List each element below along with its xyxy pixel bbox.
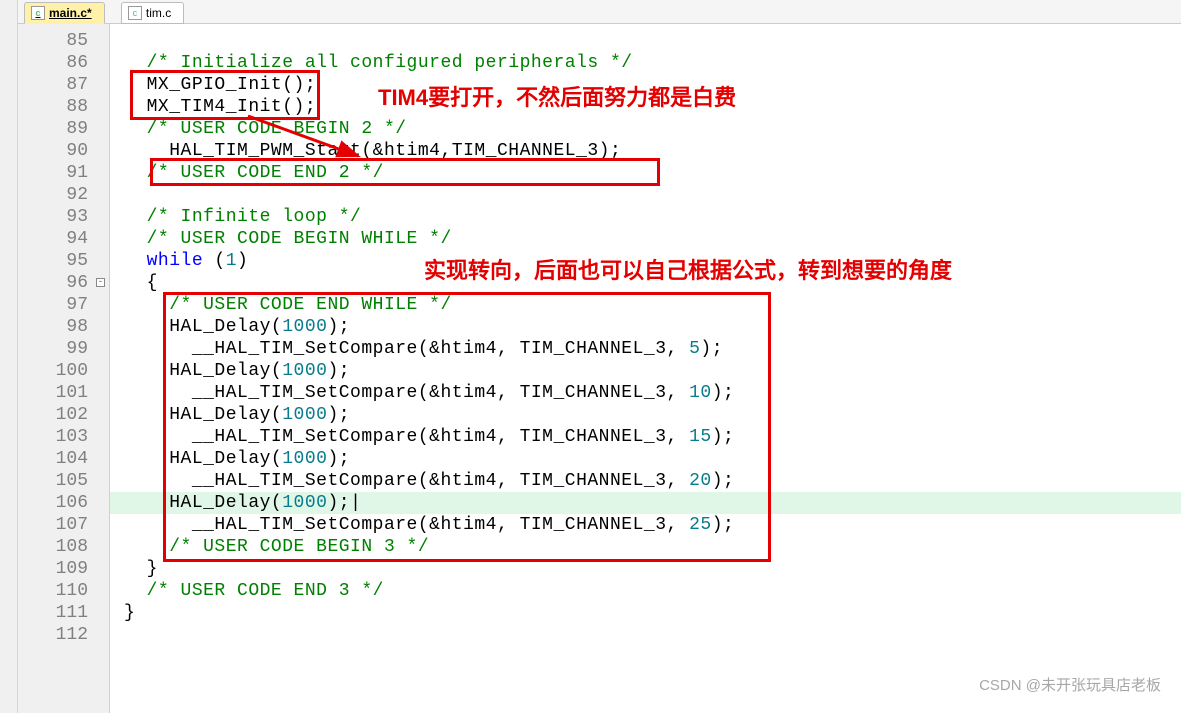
line-number: 89 — [38, 118, 88, 140]
line-number: 94 — [38, 228, 88, 250]
code-comment: /* Initialize all configured peripherals… — [147, 53, 633, 73]
code-comment: /* USER CODE BEGIN 3 */ — [169, 537, 429, 557]
line-number: 102 — [38, 404, 88, 426]
code-line-current: HAL_Delay(1000);| — [110, 492, 1181, 514]
code-area[interactable]: /* Initialize all configured peripherals… — [110, 24, 1181, 713]
line-number: 104 — [38, 448, 88, 470]
line-number: 90 — [38, 140, 88, 162]
line-number: 98 — [38, 316, 88, 338]
left-sidebar — [0, 0, 18, 713]
line-number: 105 — [38, 470, 88, 492]
gutter: 85 86 87 88 89 90 91 92 93 94 95 96 - 97… — [18, 24, 110, 713]
code-comment: /* USER CODE END 2 */ — [147, 163, 384, 183]
line-number: 108 — [38, 536, 88, 558]
code-editor[interactable]: 85 86 87 88 89 90 91 92 93 94 95 96 - 97… — [18, 24, 1181, 713]
line-number: 96 — [38, 272, 88, 294]
tab-bar: c main.c* c tim.c — [18, 0, 1181, 24]
code-comment: /* USER CODE BEGIN 2 */ — [147, 119, 407, 139]
code-line: HAL_Delay(1000); — [124, 448, 350, 470]
line-number: 86 — [38, 52, 88, 74]
line-number: 112 — [38, 624, 88, 646]
tab-label: main.c* — [49, 6, 92, 20]
code-line: __HAL_TIM_SetCompare(&htim4, TIM_CHANNEL… — [124, 470, 734, 492]
line-number: 95 — [38, 250, 88, 272]
code-text: MX_GPIO_Init(); — [147, 75, 317, 95]
line-number: 91 — [38, 162, 88, 184]
fold-toggle-icon[interactable]: - — [96, 278, 105, 287]
code-line: HAL_Delay(1000); — [124, 360, 350, 382]
line-number: 109 — [38, 558, 88, 580]
line-number: 92 — [38, 184, 88, 206]
line-number: 88 — [38, 96, 88, 118]
line-number: 97 — [38, 294, 88, 316]
line-number: 87 — [38, 74, 88, 96]
tab-main-c[interactable]: c main.c* — [24, 2, 105, 24]
code-line: HAL_Delay(1000); — [124, 316, 350, 338]
file-icon: c — [31, 6, 45, 20]
code-comment: /* USER CODE END WHILE */ — [169, 295, 452, 315]
line-number: 99 — [38, 338, 88, 360]
code-text: } — [124, 603, 135, 623]
line-number: 106 — [38, 492, 88, 514]
tab-tim-c[interactable]: c tim.c — [121, 2, 184, 24]
code-line: __HAL_TIM_SetCompare(&htim4, TIM_CHANNEL… — [124, 382, 734, 404]
line-number: 110 — [38, 580, 88, 602]
code-comment: /* USER CODE END 3 */ — [147, 581, 384, 601]
code-line: HAL_Delay(1000); — [124, 404, 350, 426]
line-number: 111 — [38, 602, 88, 624]
code-text: MX_TIM4_Init(); — [147, 97, 317, 117]
line-number: 101 — [38, 382, 88, 404]
line-number: 85 — [38, 30, 88, 52]
line-number: 93 — [38, 206, 88, 228]
code-line: __HAL_TIM_SetCompare(&htim4, TIM_CHANNEL… — [124, 514, 734, 536]
code-line: HAL_TIM_PWM_Start(&htim4,TIM_CHANNEL_3); — [124, 140, 621, 162]
line-number: 107 — [38, 514, 88, 536]
code-text: } — [147, 559, 158, 579]
tab-label: tim.c — [146, 6, 171, 20]
code-comment: /* Infinite loop */ — [147, 207, 362, 227]
line-number: 100 — [38, 360, 88, 382]
file-icon: c — [128, 6, 142, 20]
code-line: while (1) — [124, 250, 248, 272]
code-comment: /* USER CODE BEGIN WHILE */ — [147, 229, 452, 249]
code-line: __HAL_TIM_SetCompare(&htim4, TIM_CHANNEL… — [124, 426, 734, 448]
code-line: __HAL_TIM_SetCompare(&htim4, TIM_CHANNEL… — [124, 338, 723, 360]
line-number: 103 — [38, 426, 88, 448]
code-text: { — [147, 273, 158, 293]
